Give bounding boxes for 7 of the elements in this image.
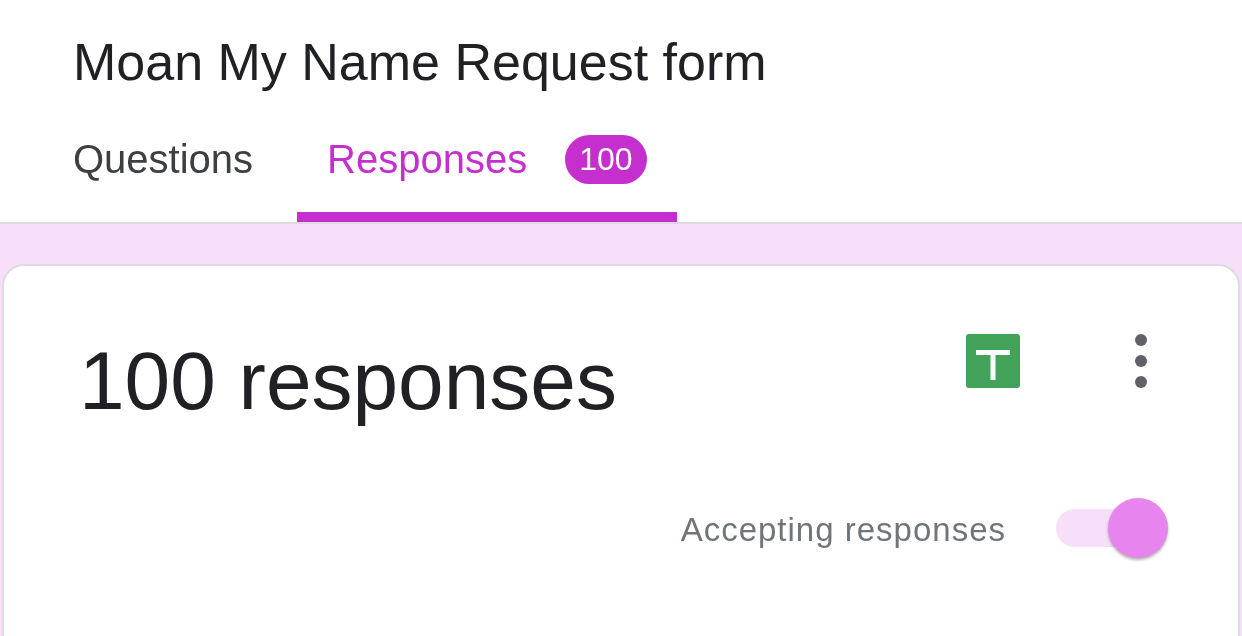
responses-count: 100 responses bbox=[79, 334, 617, 428]
form-title: Moan My Name Request form bbox=[72, 32, 768, 93]
spreadsheet-icon[interactable] bbox=[966, 334, 1020, 388]
accepting-responses-label: Accepting responses bbox=[680, 511, 1006, 549]
more-options-icon[interactable] bbox=[1134, 334, 1148, 388]
count-badge: 100 bbox=[565, 134, 647, 184]
tab[interactable]: Questions bbox=[73, 112, 254, 222]
